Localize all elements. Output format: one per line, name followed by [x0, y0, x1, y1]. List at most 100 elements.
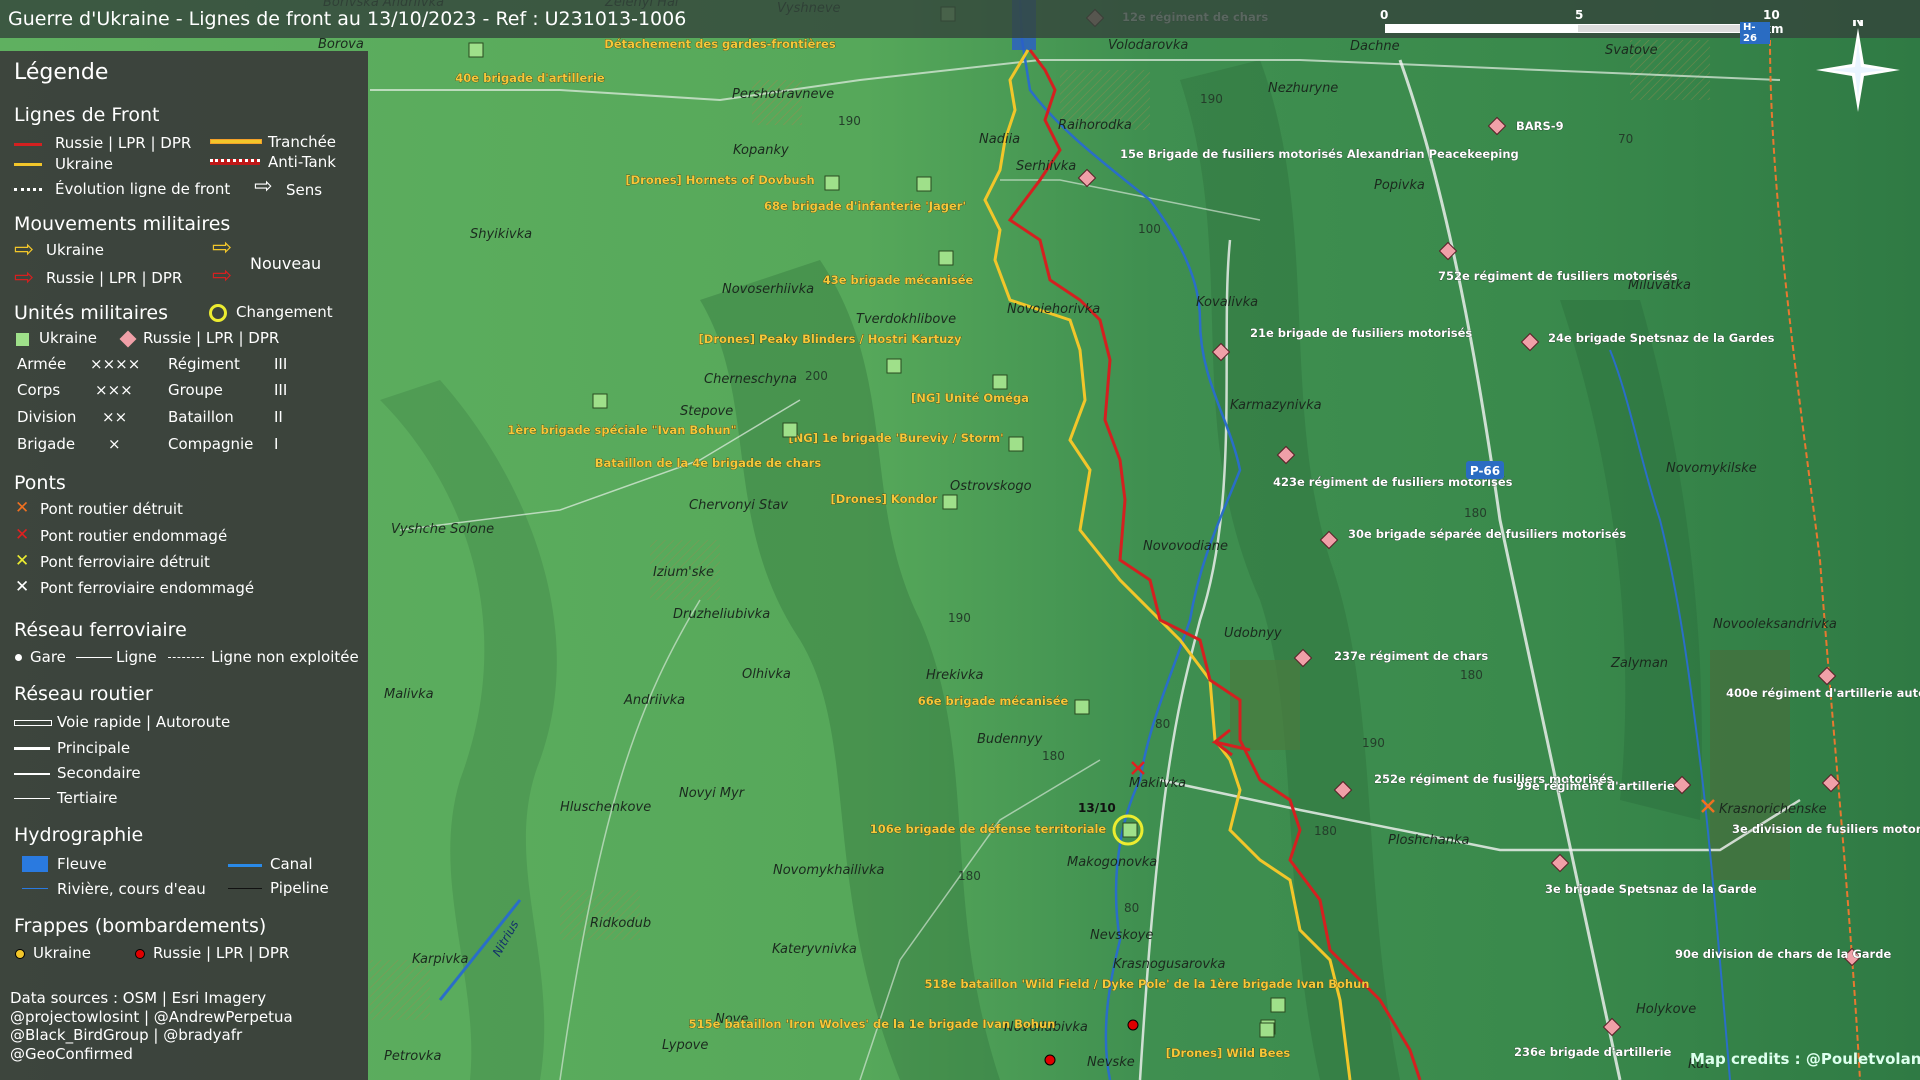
- town-label: Krasnorichenske: [1719, 802, 1827, 817]
- highway-swatch: [14, 720, 52, 726]
- elevation-figure: 180: [958, 869, 981, 883]
- russia-unit-label: 3e division de fusiliers motorisés: [1732, 822, 1920, 836]
- legend-evolution: Évolution ligne de front: [55, 180, 231, 198]
- russia-unit-label: 752e régiment de fusiliers motorisés: [1438, 269, 1678, 283]
- town-label: Cherneschyna: [704, 372, 797, 387]
- legend-rail-line: Ligne: [116, 648, 157, 666]
- ukraine-unit-label: [Drones] Peaky Blinders / Hostri Kartuzy: [699, 332, 962, 346]
- ukraine-unit-label: 518e bataillon 'Wild Field / Dyke Pole' …: [925, 977, 1370, 991]
- legend-river: Rivière, cours d'eau: [57, 880, 206, 898]
- town-label: Svatove: [1605, 43, 1658, 58]
- town-label: Shyikivka: [470, 227, 532, 242]
- town-label: Chervonyi Stav: [689, 498, 788, 513]
- ukraine-unit-marker[interactable]: [1259, 1022, 1275, 1038]
- russia-unit-label: 237e régiment de chars: [1334, 649, 1488, 663]
- scale-label-5: 5: [1575, 8, 1584, 22]
- legend-canal: Canal: [270, 855, 313, 873]
- legend-bridge-3: Pont ferroviaire détruit: [40, 553, 210, 571]
- ukraine-unit-label: 66e brigade mécanisée: [918, 694, 1069, 708]
- road-tag-label: P-66: [1470, 464, 1500, 478]
- ukraine-unit-marker[interactable]: [916, 176, 932, 192]
- legend-russia-line: Russie | LPR | DPR: [55, 134, 192, 152]
- scale-segment-light: [1385, 24, 1577, 33]
- legend-trench: Tranchée: [268, 133, 337, 151]
- new-ukraine-arrow-icon: ⇨: [212, 233, 233, 261]
- elevation-figure: 190: [1200, 92, 1223, 106]
- town-label: Novomykilske: [1666, 461, 1757, 476]
- ukraine-unit-marker[interactable]: [782, 422, 798, 438]
- town-label: Ostrovskogo: [950, 479, 1032, 494]
- ukraine-unit-marker[interactable]: [886, 358, 902, 374]
- legend-army-symbol: ××××: [90, 355, 141, 373]
- data-source-line: @Black_BirdGroup | @bradyafr: [10, 1026, 243, 1044]
- legend-division-symbol: ××: [102, 408, 128, 426]
- ukraine-unit-marker[interactable]: [992, 374, 1008, 390]
- elevation-figure: 70: [1618, 132, 1633, 146]
- legend-strike-russia: Russie | LPR | DPR: [153, 944, 290, 962]
- legend-unit-ukraine: Ukraine: [39, 329, 97, 347]
- ukraine-unit-label: Bataillon de la 4e brigade de chars: [595, 456, 822, 470]
- ukraine-unit-marker[interactable]: [1008, 436, 1024, 452]
- legend-rail-unused: Ligne non exploitée: [211, 648, 359, 666]
- road-heading: Réseau routier: [14, 683, 153, 705]
- legend-station: Gare: [30, 648, 66, 666]
- direction-arrow-icon: ⇨: [254, 174, 273, 199]
- russia-unit-label: 15e Brigade de fusiliers motorisés Alexa…: [1120, 147, 1519, 161]
- town-label: Nevske: [1087, 1055, 1135, 1070]
- ukraine-unit-label: 68e brigade d'infanterie 'Jager': [764, 199, 966, 213]
- main-road-swatch: [14, 747, 50, 750]
- town-label: Novoserhiivka: [722, 282, 814, 297]
- russia-unit-label: 236e brigade d'artillerie: [1514, 1045, 1672, 1059]
- ukraine-unit-label: 106e brigade de défense territoriale: [870, 822, 1107, 836]
- legend-road-4: Tertiaire: [57, 789, 118, 807]
- map-title: Guerre d'Ukraine - Lignes de front au 13…: [8, 8, 687, 30]
- ukraine-unit-marker[interactable]: [1122, 822, 1138, 838]
- rail-heading: Réseau ferroviaire: [14, 619, 187, 641]
- town-label: Udobnyy: [1224, 626, 1282, 641]
- ukraine-line-swatch: [14, 163, 42, 166]
- canal-swatch: [228, 864, 262, 867]
- elevation-figure: 180: [1460, 668, 1483, 682]
- elevation-figure: 80: [1124, 901, 1139, 915]
- russia-line-swatch: [14, 143, 42, 146]
- ukraine-unit-marker[interactable]: [824, 175, 840, 191]
- legend-brigade-symbol: ×: [108, 435, 121, 453]
- ukraine-unit-marker[interactable]: [592, 393, 608, 409]
- ukraine-unit-marker[interactable]: [942, 494, 958, 510]
- ukraine-strike-dot-icon: [15, 949, 25, 959]
- ukraine-unit-label: [Drones] Hornets of Dovbush: [625, 173, 814, 187]
- ukraine-unit-marker[interactable]: [1074, 699, 1090, 715]
- legend-panel: Légende Lignes de Front Russie | LPR | D…: [0, 51, 368, 1080]
- legend-movement-russia: Russie | LPR | DPR: [46, 269, 183, 287]
- units-heading: Unités militaires: [14, 302, 169, 324]
- town-label: Izium'ske: [653, 565, 714, 580]
- russia-unit-label: 3e brigade Spetsnaz de la Garde: [1545, 882, 1757, 896]
- russia-unit-label: 90e division de chars de la Garde: [1675, 947, 1891, 961]
- ukraine-unit-marker[interactable]: [938, 250, 954, 266]
- russia-strike-dot-icon: [135, 949, 145, 959]
- town-label: Kovalivka: [1196, 295, 1258, 310]
- antitank-swatch: [210, 159, 260, 165]
- russia-unit-label: 30e brigade séparée de fusiliers motoris…: [1348, 527, 1626, 541]
- rail-bridge-damaged-icon: ✕: [15, 577, 30, 597]
- date-label: 13/10: [1078, 801, 1116, 815]
- ukraine-unit-label: 1ère brigade spéciale "Ivan Bohun": [507, 423, 736, 437]
- data-source-line: @projectowlosint | @AndrewPerpetua: [10, 1007, 293, 1026]
- elevation-figure: 80: [1155, 717, 1170, 731]
- scale-segment-dark: [1577, 24, 1767, 33]
- legend-direction: Sens: [286, 181, 323, 199]
- town-label: Pershotravneve: [732, 87, 834, 102]
- legend-road-2: Principale: [57, 739, 131, 757]
- legend-regiment: Régiment: [168, 355, 240, 373]
- ukraine-unit-label: [NG] Unité Oméga: [911, 391, 1029, 405]
- trench-swatch: [210, 139, 262, 144]
- town-label: Nadiia: [979, 132, 1020, 147]
- town-label: Malivka: [384, 687, 434, 702]
- ukraine-unit-marker[interactable]: [468, 42, 484, 58]
- legend-pipeline: Pipeline: [270, 879, 329, 897]
- ukraine-unit-marker[interactable]: [1270, 997, 1286, 1013]
- russia-unit-label: 21e brigade de fusiliers motorisés: [1250, 326, 1472, 340]
- town-label: Karmazynivka: [1230, 398, 1322, 413]
- town-label: Novooleksandrivka: [1713, 617, 1837, 632]
- russia-unit-label: 99e régiment d'artillerie: [1516, 779, 1675, 793]
